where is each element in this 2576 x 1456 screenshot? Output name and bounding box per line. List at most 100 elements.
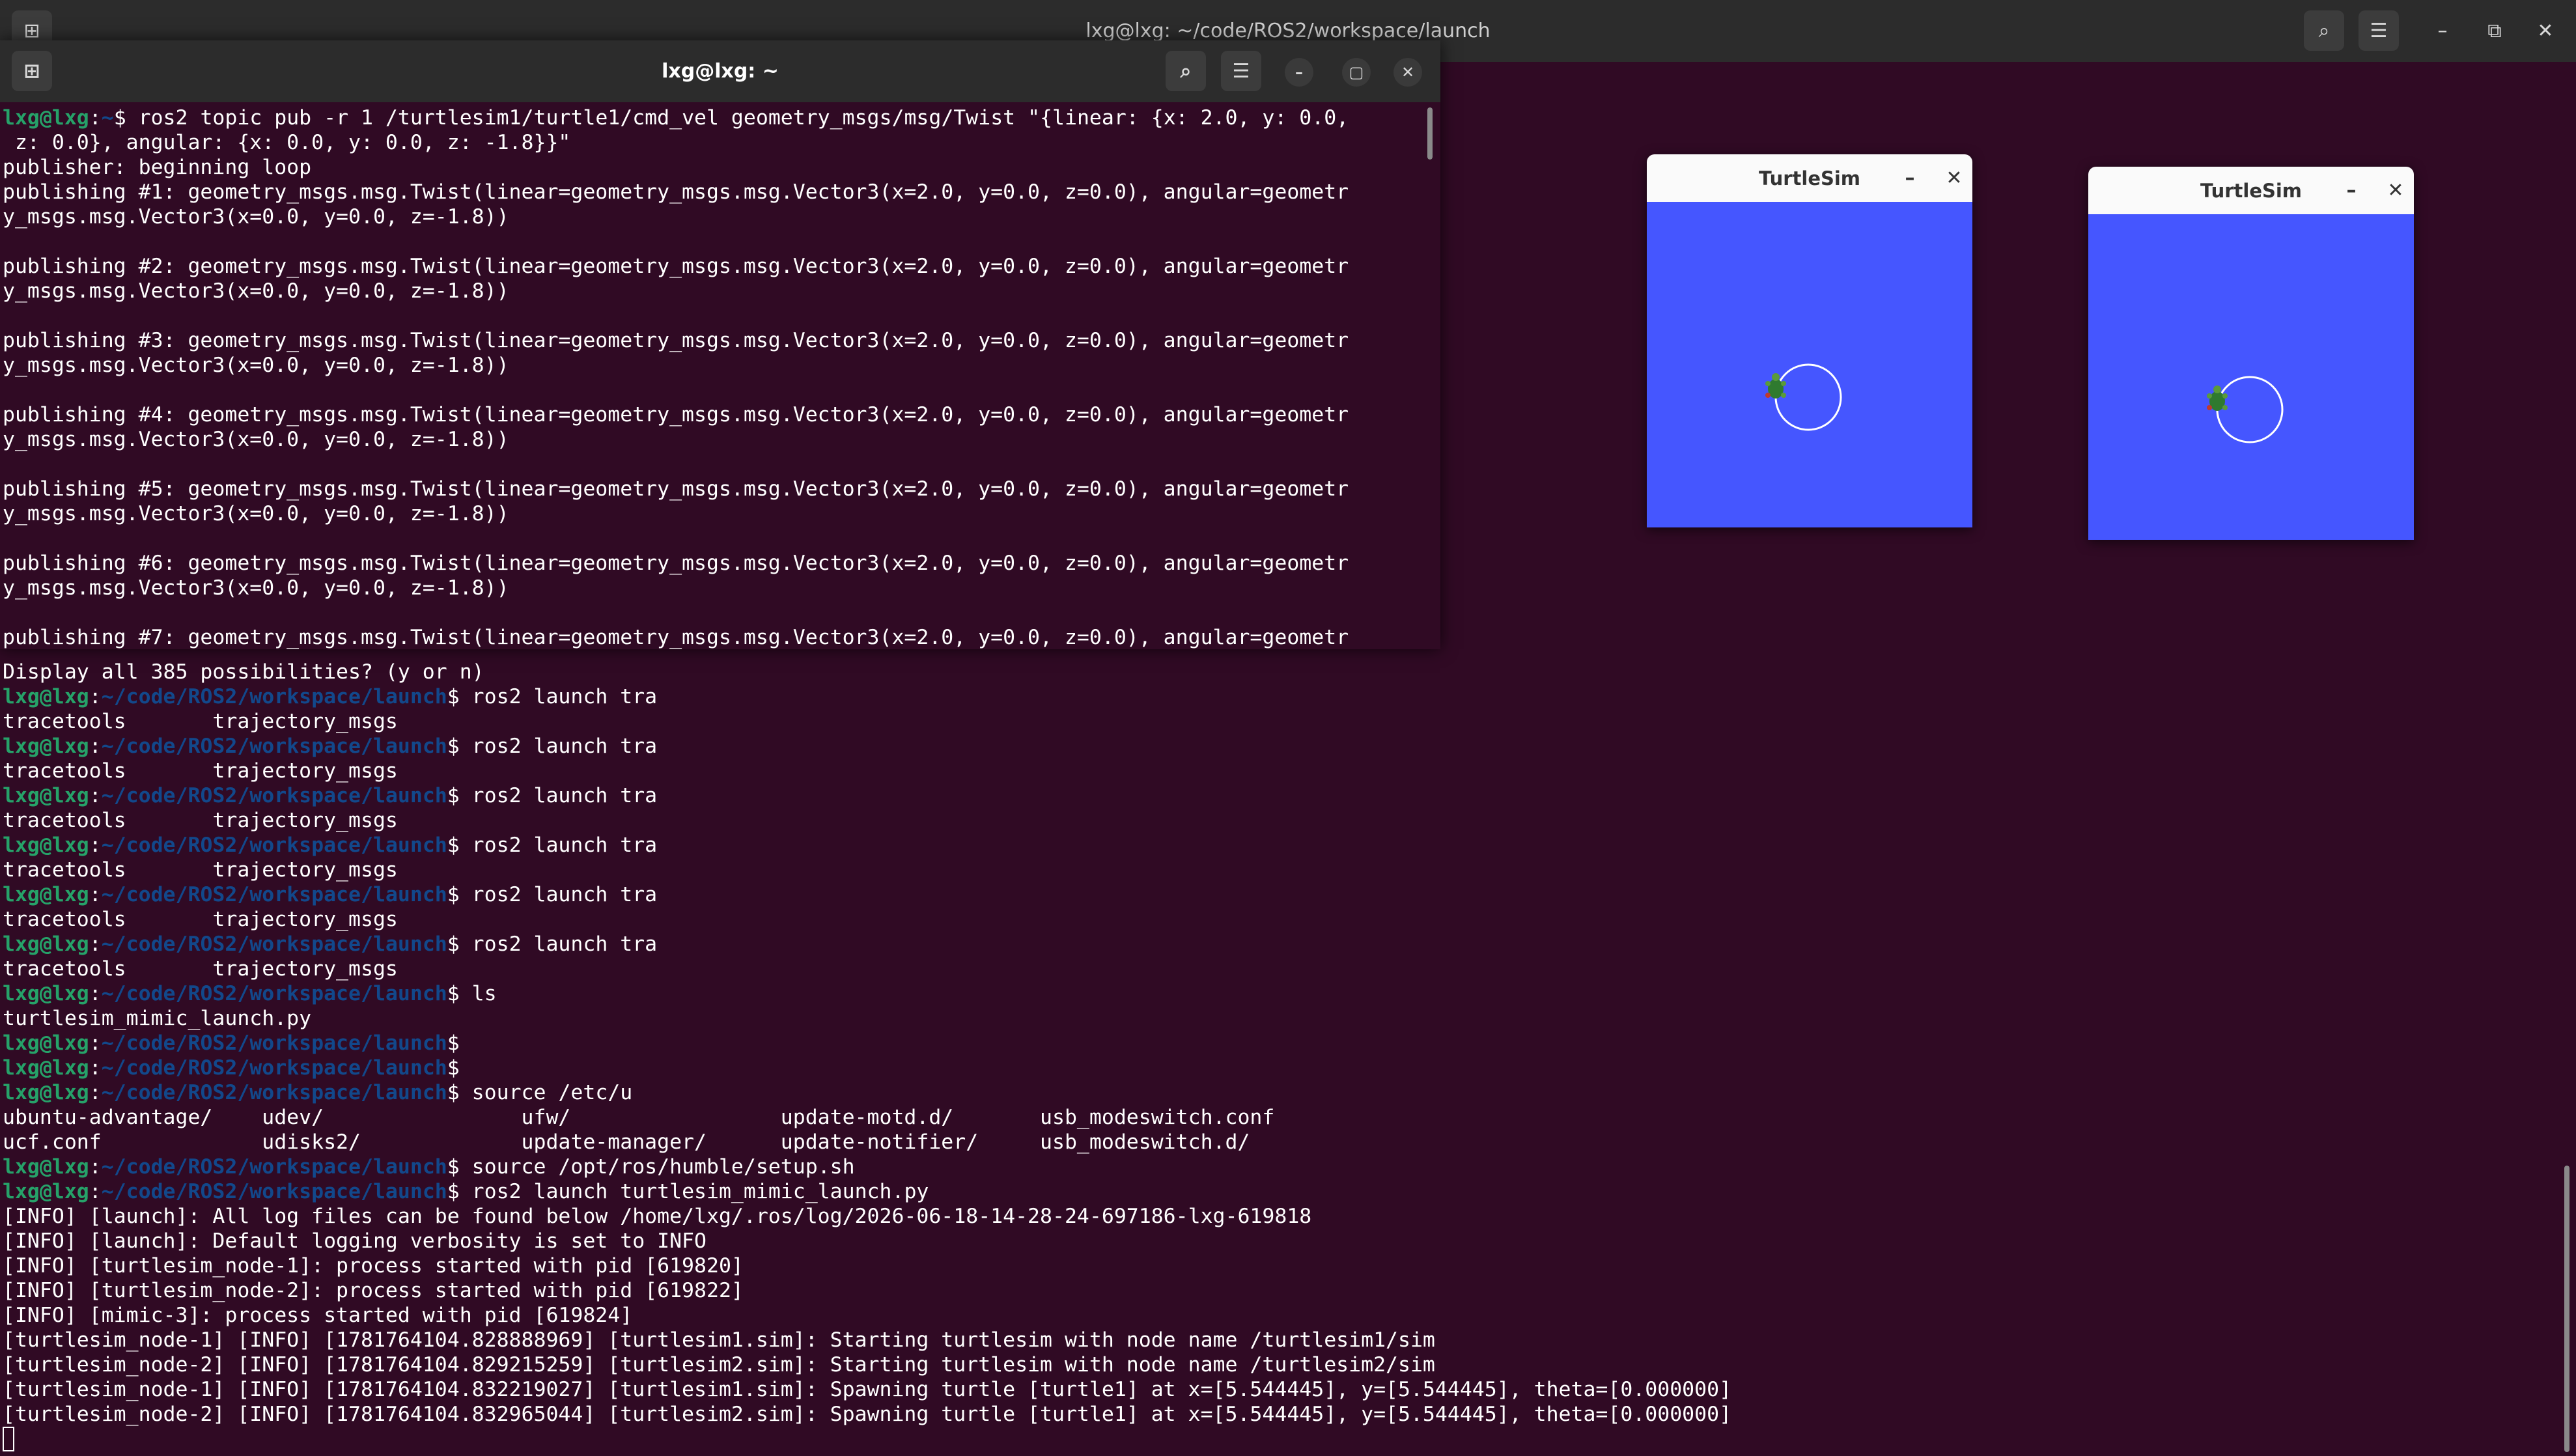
prompt-colon: : <box>89 1180 102 1203</box>
terminal-line: z: 0.0}, angular: {x: 0.0, y: 0.0, z: -1… <box>3 130 1349 155</box>
terminal-line: publishing #6: geometry_msgs.msg.Twist(l… <box>3 551 1349 576</box>
prompt-user: lxg@lxg <box>3 1081 89 1104</box>
front-terminal-window[interactable]: lxg@lxg: ~ ⊞ ⌕ ☰ – ▢ ✕ lxg@lxg:~$ ros2 t… <box>0 40 1440 649</box>
turtlesim-titlebar[interactable]: TurtleSim – ✕ <box>2088 167 2414 214</box>
turtlesim-title: TurtleSim <box>1758 167 1861 189</box>
output-text: y_msgs.msg.Vector3(x=0.0, y=0.0, z=-1.8)… <box>3 205 509 229</box>
prompt-command: $ ros2 topic pub -r 1 /turtlesim1/turtle… <box>113 106 1349 130</box>
menu-icon[interactable]: ☰ <box>2359 10 2399 51</box>
turtlesim-titlebar[interactable]: TurtleSim – ✕ <box>1647 154 1972 202</box>
close-icon[interactable]: ✕ <box>1393 58 1422 87</box>
maximize-icon[interactable]: ▢ <box>1342 58 1371 87</box>
prompt-user: lxg@lxg <box>3 685 89 708</box>
output-text: y_msgs.msg.Vector3(x=0.0, y=0.0, z=-1.8)… <box>3 576 509 600</box>
minimize-icon[interactable]: – <box>2337 176 2366 204</box>
output-text: Display all 385 possibilities? (y or n) <box>3 660 484 684</box>
text-cursor[interactable] <box>3 1427 14 1451</box>
terminal-line: [turtlesim_node-1] [INFO] [1781764104.83… <box>3 1377 1731 1402</box>
output-text: [INFO] [launch]: All log files can be fo… <box>3 1205 1312 1228</box>
terminal-line: turtlesim_mimic_launch.py <box>3 1006 1731 1031</box>
turtle-path-circle <box>1774 363 1842 431</box>
prompt-command: $ ros2 launch tra <box>447 883 658 906</box>
output-text: tracetools trajectory_msgs <box>3 957 398 981</box>
terminal-line: y_msgs.msg.Vector3(x=0.0, y=0.0, z=-1.8)… <box>3 427 1349 452</box>
output-text: publishing #1: geometry_msgs.msg.Twist(l… <box>3 180 1349 204</box>
terminal-line: [INFO] [launch]: Default logging verbosi… <box>3 1229 1731 1253</box>
back-terminal-output[interactable]: Display all 385 possibilities? (y or n) l… <box>3 660 1731 1451</box>
menu-icon[interactable]: ☰ <box>1221 51 1261 91</box>
restore-glyph: ⧉ <box>2487 19 2502 42</box>
close-icon[interactable]: ✕ <box>2525 10 2566 51</box>
prompt-path: ~ <box>101 106 114 130</box>
prompt-path: ~/code/ROS2/workspace/launch <box>101 932 447 956</box>
prompt-user: lxg@lxg <box>3 1056 89 1080</box>
terminal-line: lxg@lxg:~/code/ROS2/workspace/launch$ ro… <box>3 734 1731 759</box>
prompt-path: ~/code/ROS2/workspace/launch <box>101 735 447 758</box>
prompt-command: $ ros2 launch tra <box>447 735 658 758</box>
terminal-line: lxg@lxg:~$ ros2 topic pub -r 1 /turtlesi… <box>3 105 1349 130</box>
close-icon[interactable]: ✕ <box>2381 176 2410 204</box>
search-icon[interactable]: ⌕ <box>2304 10 2344 51</box>
front-terminal-output[interactable]: lxg@lxg:~$ ros2 topic pub -r 1 /turtlesi… <box>3 105 1349 649</box>
minimize-glyph: – <box>2437 19 2448 42</box>
search-icon[interactable]: ⌕ <box>1166 51 1206 91</box>
restore-icon[interactable]: ⧉ <box>2474 10 2515 51</box>
turtlesim-canvas <box>1647 202 1972 527</box>
minimize-glyph: – <box>1295 63 1303 81</box>
output-text: turtlesim_mimic_launch.py <box>3 1007 312 1030</box>
back-terminal-scrollbar[interactable] <box>2564 1166 2569 1452</box>
output-text: [turtlesim_node-2] [INFO] [1781764104.82… <box>3 1353 1435 1377</box>
prompt-command: $ ros2 launch turtlesim_mimic_launch.py <box>447 1180 929 1203</box>
minimize-icon[interactable]: – <box>1285 58 1313 87</box>
output-text: [turtlesim_node-2] [INFO] [1781764104.83… <box>3 1403 1732 1426</box>
output-text: [INFO] [turtlesim_node-1]: process start… <box>3 1254 744 1278</box>
prompt-colon: : <box>89 1031 102 1055</box>
terminal-line: lxg@lxg:~/code/ROS2/workspace/launch$ so… <box>3 1155 1731 1179</box>
output-text: publishing #4: geometry_msgs.msg.Twist(l… <box>3 403 1349 427</box>
minimize-glyph: – <box>2346 178 2357 202</box>
terminal-line: Display all 385 possibilities? (y or n) <box>3 660 1731 684</box>
terminal-line <box>3 600 1349 625</box>
turtlesim-window-1[interactable]: TurtleSim – ✕ <box>1647 154 1972 527</box>
terminal-line: [turtlesim_node-1] [INFO] [1781764104.82… <box>3 1328 1731 1352</box>
terminal-line: publishing #7: geometry_msgs.msg.Twist(l… <box>3 625 1349 649</box>
output-text: y_msgs.msg.Vector3(x=0.0, y=0.0, z=-1.8)… <box>3 354 509 377</box>
new-tab-icon[interactable]: ⊞ <box>12 51 52 91</box>
output-text: tracetools trajectory_msgs <box>3 908 398 931</box>
terminal-line: lxg@lxg:~/code/ROS2/workspace/launch$ <box>3 1031 1731 1056</box>
prompt-user: lxg@lxg <box>3 735 89 758</box>
prompt-colon: : <box>89 1155 102 1179</box>
minimize-icon[interactable]: – <box>2422 10 2463 51</box>
terminal-line: lxg@lxg:~/code/ROS2/workspace/launch$ ls <box>3 981 1731 1006</box>
terminal-line: lxg@lxg:~/code/ROS2/workspace/launch$ <box>3 1056 1731 1080</box>
terminal-line <box>3 229 1349 254</box>
terminal-line <box>3 303 1349 328</box>
front-terminal-scrollbar[interactable] <box>1427 107 1433 160</box>
output-text: publisher: beginning loop <box>3 156 312 179</box>
terminal-line: tracetools trajectory_msgs <box>3 709 1731 734</box>
terminal-line: lxg@lxg:~/code/ROS2/workspace/launch$ ro… <box>3 1179 1731 1204</box>
output-text: tracetools trajectory_msgs <box>3 710 398 733</box>
front-terminal-titlebar[interactable]: lxg@lxg: ~ ⊞ ⌕ ☰ – ▢ ✕ <box>0 40 1440 102</box>
prompt-path: ~/code/ROS2/workspace/launch <box>101 883 447 906</box>
prompt-user: lxg@lxg <box>3 883 89 906</box>
prompt-command: $ ros2 launch tra <box>447 685 658 708</box>
turtlesim-window-2[interactable]: TurtleSim – ✕ <box>2088 167 2414 540</box>
terminal-line: publishing #1: geometry_msgs.msg.Twist(l… <box>3 180 1349 204</box>
turtlesim-title: TurtleSim <box>2200 179 2303 202</box>
terminal-line <box>3 1427 1731 1451</box>
prompt-path: ~/code/ROS2/workspace/launch <box>101 982 447 1005</box>
output-text: y_msgs.msg.Vector3(x=0.0, y=0.0, z=-1.8)… <box>3 502 509 525</box>
new-tab-glyph: ⊞ <box>23 19 40 42</box>
close-glyph: ✕ <box>2387 178 2404 202</box>
close-icon[interactable]: ✕ <box>1940 163 1968 192</box>
turtle-path-circle <box>2216 376 2284 443</box>
prompt-user: lxg@lxg <box>3 1031 89 1055</box>
terminal-line: lxg@lxg:~/code/ROS2/workspace/launch$ ro… <box>3 833 1731 858</box>
prompt-command: $ ros2 launch tra <box>447 833 658 857</box>
minimize-icon[interactable]: – <box>1896 163 1924 192</box>
turtle-trail-svg <box>2207 376 2284 443</box>
output-text: [INFO] [mimic-3]: process started with p… <box>3 1304 633 1327</box>
terminal-line: tracetools trajectory_msgs <box>3 907 1731 932</box>
